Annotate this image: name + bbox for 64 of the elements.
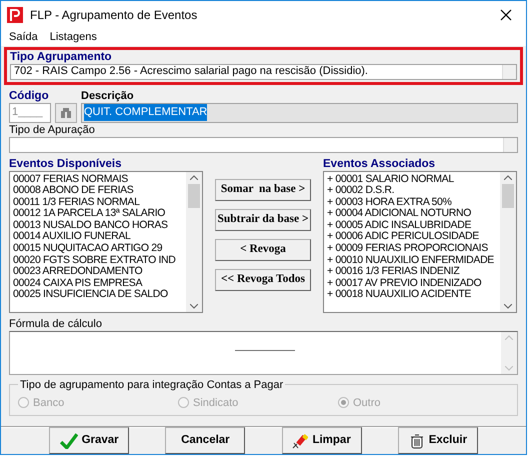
action-button[interactable]: Somar na base > xyxy=(215,178,311,200)
scrollbar-thumb[interactable] xyxy=(502,184,514,208)
radio-option: Sindicato xyxy=(178,394,338,411)
menu-item[interactable]: Listagens xyxy=(50,28,97,46)
scrollbar[interactable] xyxy=(500,172,516,312)
list-item[interactable]: 00013 NUSALDO BANCO HORAS xyxy=(13,220,176,232)
description-field[interactable]: QUIT. COMPLEMENTAR xyxy=(81,102,518,122)
group-type-dropdown[interactable]: 702 - RAIS Campo 2.56 - Acrescimo salarial pago na rescisão (Dissidio). xyxy=(10,64,517,80)
list-item[interactable]: 00011 1/3 FERIAS NORMAL xyxy=(13,196,176,208)
list-heading: Eventos Associados xyxy=(323,156,436,170)
formula-field[interactable] xyxy=(9,330,518,374)
list-item[interactable]: + 00003 HORA EXTRA 50% xyxy=(327,196,494,208)
field-label: Tipo Agrupamento xyxy=(10,50,113,64)
list-item[interactable]: + 00002 D.S.R. xyxy=(327,185,494,197)
list-item[interactable]: 00023 ARREDONDAMENTO xyxy=(13,266,176,278)
eraser-icon xyxy=(292,432,308,448)
field-label: Fórmula de cálculo xyxy=(9,316,103,330)
list-item[interactable]: + 00006 ADIC PERICULOSIDADE xyxy=(327,231,494,244)
action-button[interactable]: << Revoga Todos xyxy=(215,268,311,290)
list-item[interactable]: 00015 NUQUITACAO ARTIGO 29 xyxy=(13,243,176,255)
list-item[interactable]: 00007 FERIAS NORMAIS xyxy=(13,174,176,186)
list-item[interactable]: + 00010 NUAUXILIO ENFERMIDADE xyxy=(327,254,494,266)
check-icon xyxy=(60,432,78,448)
scroll-down-icon xyxy=(190,304,198,308)
scroll-up-icon xyxy=(505,334,513,340)
app-logo-icon xyxy=(7,6,23,23)
list-item[interactable]: + 00005 ADIC INSALUBRIDADE xyxy=(327,220,494,232)
scroll-down-icon xyxy=(505,366,513,370)
list-item[interactable]: + 00016 1/3 FERIAS INDENIZ xyxy=(327,266,494,278)
list-item[interactable]: + 00009 FERIAS PROPORCIONAIS xyxy=(327,243,494,255)
list-item[interactable]: 00008 ABONO DE FERIAS xyxy=(13,185,176,197)
binoculars-icon xyxy=(60,108,72,118)
scroll-up-icon xyxy=(504,174,512,180)
list-item[interactable]: + 00017 AV PREVIO INDENIZADO xyxy=(327,278,494,290)
dialog-button[interactable]: Excluir xyxy=(398,427,478,454)
radio-option: Banco xyxy=(18,394,178,411)
list-item[interactable]: 00024 CAIXA PIS EMPRESA xyxy=(13,278,176,290)
close-icon xyxy=(500,8,512,21)
list-item[interactable]: 00020 FGTS SOBRE EXTRATO IND xyxy=(13,254,176,266)
window-title: FLP - Agrupamento de Eventos xyxy=(30,6,198,24)
calculation-type-dropdown[interactable] xyxy=(9,136,518,152)
dialog-button[interactable]: Cancelar xyxy=(165,427,246,454)
scrollbar[interactable] xyxy=(186,172,202,312)
scroll-down-icon xyxy=(504,304,512,308)
scroll-up-icon xyxy=(190,174,198,180)
dialog-button[interactable]: Gravar xyxy=(49,427,130,454)
field-label: Tipo de Apuração xyxy=(9,122,96,136)
list-item[interactable]: + 00001 SALARIO NORMAL xyxy=(327,174,494,186)
action-button[interactable]: < Revoga xyxy=(215,238,311,260)
trash-icon xyxy=(408,432,425,448)
field-label: Código xyxy=(9,88,50,102)
list-item[interactable]: + 00018 NUAUXILIO ACIDENTE xyxy=(327,289,494,302)
lookup-button[interactable] xyxy=(55,102,77,122)
dialog-button[interactable]: Limpar xyxy=(282,427,362,454)
list-item[interactable]: + 00004 ADICIONAL NOTURNO xyxy=(327,208,494,220)
menu-item[interactable]: Saída xyxy=(9,28,38,46)
radio-option: Outro xyxy=(338,394,498,411)
list-item[interactable]: 00025 INSUFICIENCIA DE SALDO xyxy=(13,289,176,302)
scrollbar-thumb[interactable] xyxy=(188,184,200,208)
list-heading: Eventos Disponíveis xyxy=(9,156,122,170)
list-item[interactable]: 00014 AUXILIO FUNERAL xyxy=(13,231,176,244)
field-label: Descrição xyxy=(81,88,135,102)
list-item[interactable]: 00012 1A PARCELA 13ª SALARIO xyxy=(13,208,176,220)
action-button[interactable]: Subtrair da base > xyxy=(215,208,311,230)
